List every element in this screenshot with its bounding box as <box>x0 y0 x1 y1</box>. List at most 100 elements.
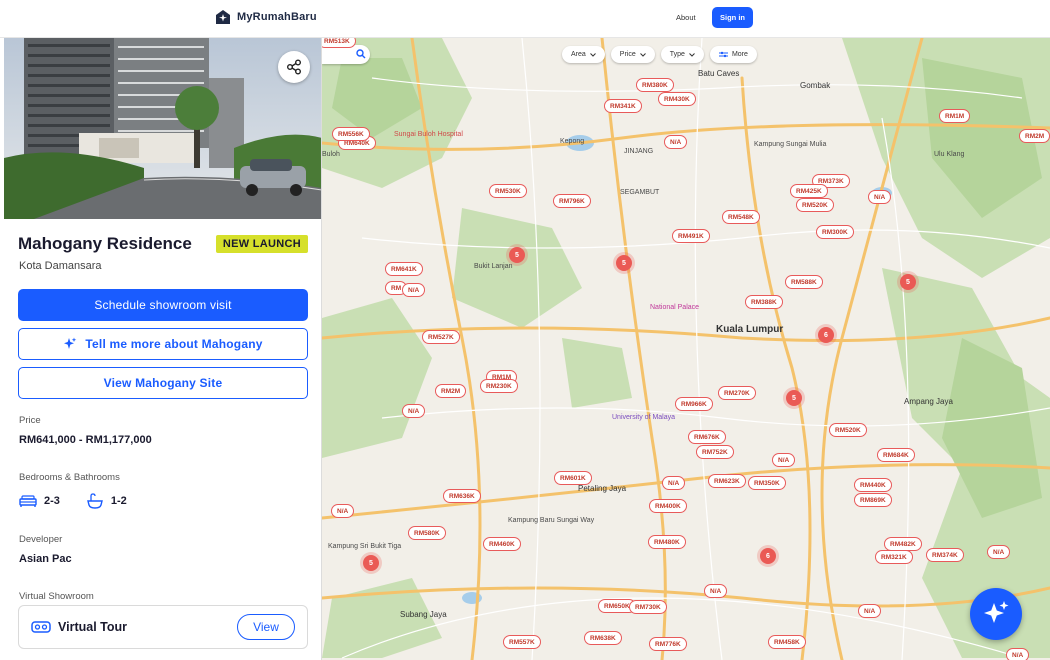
place-label: Buloh <box>322 151 340 158</box>
price-pin[interactable]: RM557K <box>503 635 541 649</box>
price-pin[interactable]: RM440K <box>854 478 892 492</box>
brand[interactable]: MyRumahBaru <box>215 9 317 25</box>
price-value: RM641,000 - RM1,177,000 <box>19 434 152 446</box>
price-pin[interactable]: RM556K <box>332 127 370 141</box>
view-site-button[interactable]: View Mahogany Site <box>18 367 308 399</box>
virtual-tour-label: Virtual Tour <box>58 620 127 634</box>
filter-type[interactable]: Type <box>660 46 704 63</box>
price-pin[interactable]: RM388K <box>745 295 783 309</box>
price-pin[interactable]: RM796K <box>553 194 591 208</box>
price-pin[interactable]: RM270K <box>718 386 756 400</box>
price-pin[interactable]: RM341K <box>604 99 642 113</box>
price-pin[interactable]: N/A <box>664 135 688 149</box>
price-pin[interactable]: RM400K <box>649 499 687 513</box>
price-pin[interactable]: RM638K <box>584 631 622 645</box>
filter-area[interactable]: Area <box>562 46 605 63</box>
price-pin[interactable]: RM527K <box>422 330 460 344</box>
price-pin[interactable]: RM580K <box>408 526 446 540</box>
cluster-marker[interactable]: 5 <box>786 390 802 406</box>
place-label: Subang Jaya <box>400 610 447 619</box>
price-pin[interactable]: RM520K <box>796 198 834 212</box>
place-label: National Palace <box>650 304 700 311</box>
price-pin[interactable]: RM530K <box>489 184 527 198</box>
price-pin[interactable]: N/A <box>868 190 892 204</box>
sparkle-icon <box>64 337 77 349</box>
price-pin[interactable]: RM430K <box>658 92 696 106</box>
filter-more[interactable]: More <box>709 46 757 63</box>
showroom-label: Virtual Showroom <box>19 591 94 602</box>
listing-title-row: Mahogany Residence NEW LAUNCH <box>18 234 308 254</box>
price-pin[interactable]: RM776K <box>649 637 687 651</box>
price-pin[interactable]: N/A <box>858 604 882 618</box>
price-pin[interactable]: RM588K <box>785 275 823 289</box>
price-pin[interactable]: RM513K <box>322 38 356 48</box>
price-pin[interactable]: RM491K <box>672 229 710 243</box>
home-logo-icon <box>216 10 230 24</box>
cluster-marker[interactable]: 5 <box>509 247 525 263</box>
place-label: Batu Caves <box>698 69 740 78</box>
tell-me-more-button[interactable]: Tell me more about Mahogany <box>18 328 308 360</box>
price-pin[interactable]: RM1M <box>939 109 971 123</box>
price-pin[interactable]: N/A <box>704 584 728 598</box>
virtual-tour-view-button[interactable]: View <box>237 614 295 640</box>
place-label: Petaling Jaya <box>578 484 627 493</box>
price-pin[interactable]: RM636K <box>443 489 481 503</box>
vr-headset-icon <box>31 621 51 633</box>
price-pin[interactable]: RM482K <box>884 537 922 551</box>
cluster-marker[interactable]: 6 <box>818 327 834 343</box>
price-pin[interactable]: RM480K <box>648 535 686 549</box>
price-pin[interactable]: N/A <box>987 545 1011 559</box>
price-pin[interactable]: RM425K <box>790 184 828 198</box>
virtual-tour-card: Virtual Tour View <box>18 605 308 649</box>
filter-area-label: Area <box>571 51 586 58</box>
schedule-visit-button[interactable]: Schedule showroom visit <box>18 289 308 321</box>
cluster-marker[interactable]: 5 <box>616 255 632 271</box>
price-pin[interactable]: RM321K <box>875 550 913 564</box>
share-button[interactable] <box>278 51 310 83</box>
bedrooms-value: 2-3 <box>44 495 60 507</box>
ai-assistant-button[interactable] <box>970 588 1022 640</box>
price-pin[interactable]: RM869K <box>854 493 892 507</box>
price-pin[interactable]: N/A <box>1006 648 1030 660</box>
price-pin[interactable]: RM520K <box>829 423 867 437</box>
bedrooms-group: 2-3 <box>19 494 60 508</box>
price-pin[interactable]: RM601K <box>554 471 592 485</box>
price-pin[interactable]: RM458K <box>768 635 806 649</box>
nav-about-link[interactable]: About <box>676 13 696 22</box>
cluster-marker[interactable]: 5 <box>900 274 916 290</box>
developer-label: Developer <box>19 534 63 545</box>
signin-button[interactable]: Sign in <box>712 7 753 28</box>
map-view[interactable]: RM513K Area Price Type More Batu Caves G… <box>322 38 1050 660</box>
cluster-marker[interactable]: 5 <box>363 555 379 571</box>
price-pin[interactable]: N/A <box>402 404 426 418</box>
place-label: Kepong <box>560 138 585 145</box>
top-nav: MyRumahBaru About Sign in <box>0 0 1050 38</box>
price-pin[interactable]: RM2M <box>1019 129 1050 143</box>
price-pin[interactable]: RM623K <box>708 474 746 488</box>
price-pin[interactable]: RM641K <box>385 262 423 276</box>
price-pin[interactable]: RM548K <box>722 210 760 224</box>
price-pin[interactable]: RM2M <box>435 384 467 398</box>
chevron-down-icon <box>689 52 695 57</box>
price-pin[interactable]: RM966K <box>675 397 713 411</box>
cluster-marker[interactable]: 6 <box>760 548 776 564</box>
price-pin[interactable]: RM230K <box>480 379 518 393</box>
price-pin[interactable]: RM374K <box>926 548 964 562</box>
price-pin[interactable]: N/A <box>662 476 686 490</box>
price-pin[interactable]: RM676K <box>688 430 726 444</box>
price-pin[interactable]: RM684K <box>877 448 915 462</box>
rooms-label: Bedrooms & Bathrooms <box>19 472 120 483</box>
place-label: Ulu Klang <box>934 151 965 158</box>
price-pin[interactable]: RM350K <box>748 476 786 490</box>
price-pin[interactable]: N/A <box>331 504 355 518</box>
price-pin[interactable]: N/A <box>402 283 426 297</box>
place-label: Kampung Sri Bukit Tiga <box>328 543 402 550</box>
price-pin[interactable]: N/A <box>772 453 796 467</box>
price-pin[interactable]: RM300K <box>816 225 854 239</box>
price-pin[interactable]: RM752K <box>696 445 734 459</box>
price-pin[interactable]: RM730K <box>629 600 667 614</box>
place-label: JINJANG <box>624 148 654 155</box>
filter-price[interactable]: Price <box>610 46 655 63</box>
price-pin[interactable]: RM460K <box>483 537 521 551</box>
price-pin[interactable]: RM380K <box>636 78 674 92</box>
